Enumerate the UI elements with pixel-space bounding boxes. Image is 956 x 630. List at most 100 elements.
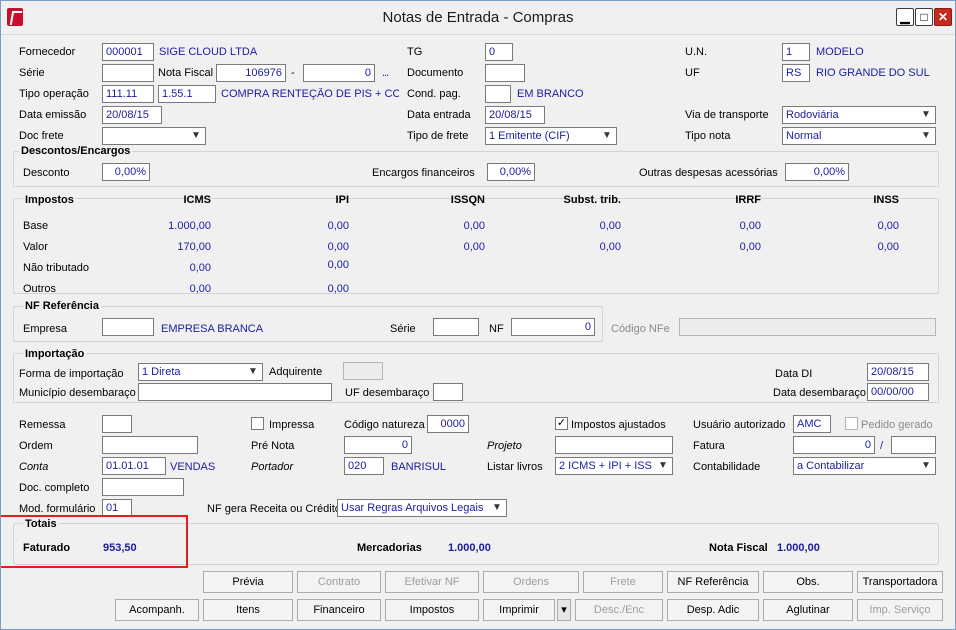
nf-ref-nf-field[interactable]: 0 <box>511 318 595 336</box>
outras-despesas-field[interactable]: 0,00% <box>785 163 849 181</box>
adquirente-field[interactable] <box>343 362 383 380</box>
documento-field[interactable] <box>485 64 525 82</box>
serie-label: Série <box>19 67 45 79</box>
desc-enc-button[interactable]: Desc./Enc <box>575 599 663 621</box>
efetivar-nf-button[interactable]: Efetivar NF <box>385 571 479 593</box>
importacao-title: Importação <box>23 348 87 360</box>
codigo-nfe-label: Código NFe <box>611 323 670 335</box>
table-cell: 0,00 <box>599 220 621 232</box>
aglutinar-button[interactable]: Aglutinar <box>763 599 853 621</box>
conta-field[interactable]: 01.01.01 <box>102 457 166 475</box>
pre-nota-label: Pré Nota <box>251 440 295 452</box>
impostos-button[interactable]: Impostos <box>385 599 479 621</box>
tipo-operacao-code1-field[interactable]: 111.11 <box>102 85 154 103</box>
tg-label: TG <box>407 46 423 58</box>
imprimir-dropdown-arrow-icon[interactable]: ▾ <box>557 599 571 621</box>
data-di-field[interactable]: 20/08/15 <box>867 363 929 381</box>
tipo-frete-value: 1 Emitente (CIF) <box>489 130 570 142</box>
desp-adic-button[interactable]: Desp. Adic <box>667 599 759 621</box>
ordens-button[interactable]: Ordens <box>483 571 579 593</box>
previa-button[interactable]: Prévia <box>203 571 293 593</box>
fatura-field-2[interactable] <box>891 436 936 454</box>
transportadora-button[interactable]: Transportadora <box>857 571 943 593</box>
frete-button[interactable]: Frete <box>583 571 663 593</box>
un-desc: MODELO <box>816 46 864 58</box>
close-icon[interactable]: ✕ <box>934 8 952 26</box>
fatura-field[interactable]: 0 <box>793 436 875 454</box>
data-entrada-label: Data entrada <box>407 109 471 121</box>
tg-field[interactable]: 0 <box>485 43 513 61</box>
projeto-field[interactable] <box>555 436 673 454</box>
impostos-ajustados-checkbox[interactable]: ✓ <box>555 417 568 430</box>
usuario-autorizado-field[interactable]: AMC <box>793 415 831 433</box>
title-bar: Notas de Entrada - Compras ▁ □ ✕ <box>1 1 955 35</box>
fornecedor-code-field[interactable]: 000001 <box>102 43 154 61</box>
via-transporte-value: Rodoviária <box>786 109 839 121</box>
codigo-natureza-label: Código natureza <box>344 419 425 431</box>
obs-button[interactable]: Obs. <box>763 571 853 593</box>
nf-gera-select[interactable]: Usar Regras Arquivos Legais ▼ <box>337 499 507 517</box>
uf-label: UF <box>685 67 700 79</box>
uf-code-field[interactable]: RS <box>782 64 810 82</box>
pre-nota-field[interactable]: 0 <box>344 436 412 454</box>
codigo-nfe-field[interactable] <box>679 318 936 336</box>
un-code-field[interactable]: 1 <box>782 43 810 61</box>
listar-livros-select[interactable]: 2 ICMS + IPI + ISS ▼ <box>555 457 673 475</box>
contabilidade-value: a Contabilizar <box>797 460 865 472</box>
uf-desembaraco-field[interactable] <box>433 383 463 401</box>
doc-completo-field[interactable] <box>102 478 184 496</box>
via-transporte-select[interactable]: Rodoviária ▼ <box>782 106 936 124</box>
table-cell: 0,00 <box>739 241 761 253</box>
nf-ref-empresa-field[interactable] <box>102 318 154 336</box>
doc-frete-select[interactable]: ▼ <box>102 127 206 145</box>
maximize-icon[interactable]: □ <box>915 8 933 26</box>
nf-ref-serie-field[interactable] <box>433 318 479 336</box>
tipo-frete-select[interactable]: 1 Emitente (CIF) ▼ <box>485 127 617 145</box>
municipio-desembaraco-field[interactable] <box>138 383 332 401</box>
nota-fiscal-total-label: Nota Fiscal <box>709 542 768 554</box>
impostos-title: Impostos <box>23 194 76 206</box>
ordem-label: Ordem <box>19 440 53 452</box>
encargos-field[interactable]: 0,00% <box>487 163 535 181</box>
nota-fiscal-field[interactable]: 106976 <box>216 64 286 82</box>
forma-importacao-select[interactable]: 1 Direta ▼ <box>138 363 263 381</box>
table-cell: 0,00 <box>189 283 211 295</box>
imp-servico-button[interactable]: Imp. Serviço <box>857 599 943 621</box>
minimize-icon[interactable]: ▁ <box>896 8 914 26</box>
pedido-gerado-checkbox[interactable] <box>845 417 858 430</box>
mercadorias-label: Mercadorias <box>357 542 422 554</box>
nota-fiscal-lookup-button[interactable]: ... <box>382 67 389 79</box>
data-entrada-field[interactable]: 20/08/15 <box>485 106 545 124</box>
imprimir-button[interactable]: Imprimir <box>483 599 555 621</box>
contabilidade-select[interactable]: a Contabilizar ▼ <box>793 457 936 475</box>
outras-despesas-label: Outras despesas acessórias <box>639 167 778 179</box>
nf-ref-serie-label: Série <box>390 323 416 335</box>
codigo-natureza-field[interactable]: 0000 <box>427 415 469 433</box>
ordem-field[interactable] <box>102 436 198 454</box>
mod-formulario-label: Mod. formulário <box>19 503 96 515</box>
cond-pag-field[interactable] <box>485 85 511 103</box>
data-emissao-field[interactable]: 20/08/15 <box>102 106 162 124</box>
table-cell: 0,00 <box>327 283 349 295</box>
tipo-nota-label: Tipo nota <box>685 130 731 142</box>
nota-fiscal-sub-field[interactable]: 0 <box>303 64 375 82</box>
municipio-desembaraco-label: Município desembaraço <box>19 387 136 399</box>
tipo-operacao-code2-field[interactable]: 1.55.1 <box>158 85 216 103</box>
impressa-checkbox[interactable] <box>251 417 264 430</box>
portador-field[interactable]: 020 <box>344 457 384 475</box>
desconto-field[interactable]: 0,00% <box>102 163 150 181</box>
tipo-nota-select[interactable]: Normal ▼ <box>782 127 936 145</box>
serie-field[interactable] <box>102 64 154 82</box>
listar-livros-value: 2 ICMS + IPI + ISS <box>559 460 652 472</box>
itens-button[interactable]: Itens <box>203 599 293 621</box>
acompanh-button[interactable]: Acompanh. <box>115 599 199 621</box>
nf-referencia-button[interactable]: NF Referência <box>667 571 759 593</box>
remessa-field[interactable] <box>102 415 132 433</box>
chevron-down-icon: ▼ <box>921 130 931 141</box>
via-transporte-label: Via de transporte <box>685 109 769 121</box>
data-desembaraco-field[interactable]: 00/00/00 <box>867 383 929 401</box>
financeiro-button[interactable]: Financeiro <box>297 599 381 621</box>
table-cell: 0,00 <box>739 220 761 232</box>
projeto-label: Projeto <box>487 440 522 452</box>
contrato-button[interactable]: Contrato <box>297 571 381 593</box>
